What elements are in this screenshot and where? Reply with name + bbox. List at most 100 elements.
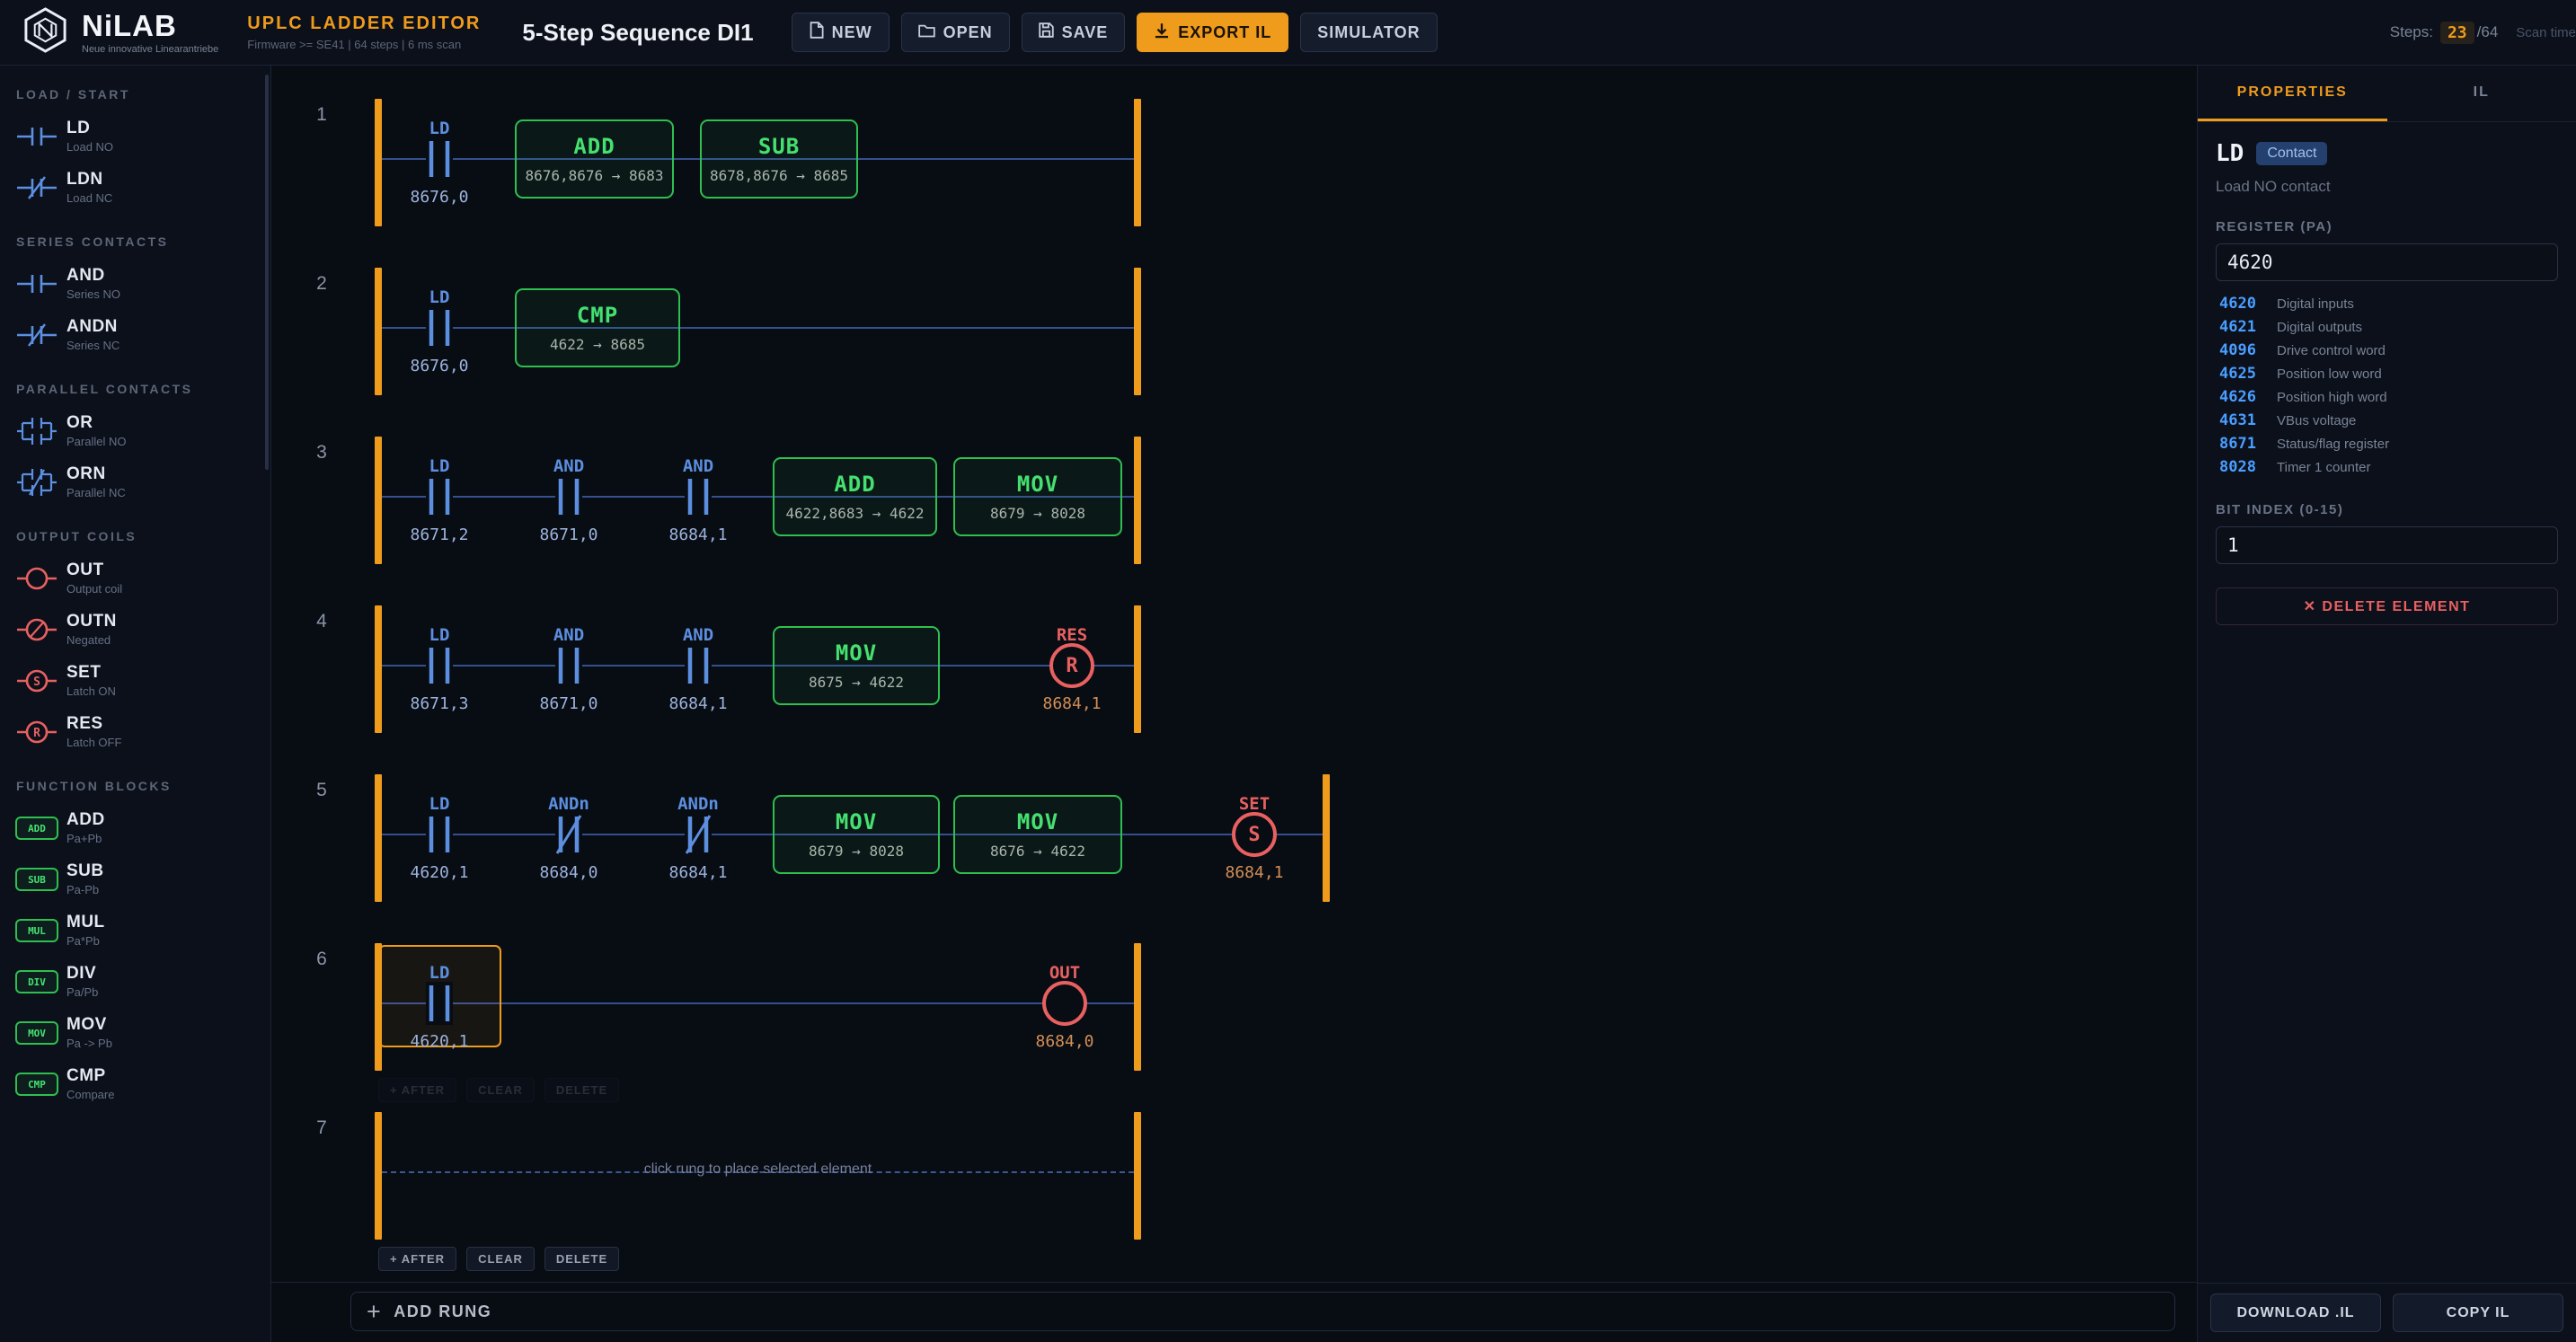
bit-index-field-label: BIT INDEX (0-15) [2216, 502, 2558, 517]
coil-register: 8684,1 [1225, 863, 1283, 882]
download-icon [1154, 22, 1170, 43]
register-option-desc: VBus voltage [2277, 413, 2356, 428]
rung-action-after[interactable]: + AFTER [378, 1247, 456, 1271]
rung-7[interactable]: 7click rung to place selected element+ A… [271, 1112, 2197, 1240]
contact-no-icon [7, 270, 66, 297]
svg-text:DIV: DIV [28, 976, 46, 988]
block-title: MOV [836, 640, 877, 666]
register-option-4621[interactable]: 4621Digital outputs [2216, 315, 2558, 339]
function-block-cmp[interactable]: CMP4622 → 8685 [515, 288, 680, 367]
coil-res[interactable]: R [1049, 643, 1094, 688]
contact-and[interactable] [685, 475, 712, 518]
palette-item-mul[interactable]: MULMULPa*Pb [0, 905, 270, 956]
rung-action-clear[interactable]: CLEAR [466, 1247, 535, 1271]
delete-element-button[interactable]: ✕ DELETE ELEMENT [2216, 587, 2558, 625]
register-field-label: REGISTER (PA) [2216, 219, 2558, 234]
download-il-button[interactable]: DOWNLOAD .IL [2210, 1293, 2381, 1332]
contact-no-icon [7, 123, 66, 150]
palette-item-mov[interactable]: MOVMOVPa -> Pb [0, 1007, 270, 1058]
palette-item-add[interactable]: ADDADDPa+Pb [0, 802, 270, 853]
brand: NiLAB Neue innovative Linearantriebe [22, 6, 218, 58]
export-il-button[interactable]: EXPORT IL [1137, 13, 1288, 52]
coil-set[interactable]: S [1232, 812, 1277, 857]
rung-3[interactable]: 3LD8671,2AND8671,0AND8684,1ADD4622,8683 … [271, 437, 2197, 564]
register-option-4625[interactable]: 4625Position low word [2216, 362, 2558, 385]
block-operands: 4622 → 8685 [550, 336, 645, 353]
contact-ld[interactable] [426, 137, 453, 181]
rung-action-clear[interactable]: CLEAR [466, 1078, 535, 1102]
palette-item-ldn[interactable]: LDNLoad NC [0, 162, 270, 213]
palette-item-set[interactable]: SSETLatch ON [0, 655, 270, 706]
function-block-add[interactable]: ADD8676,8676 → 8683 [515, 119, 674, 199]
function-block-mov[interactable]: MOV8676 → 4622 [953, 795, 1122, 874]
register-option-4620[interactable]: 4620Digital inputs [2216, 292, 2558, 315]
palette-item-res[interactable]: RRESLatch OFF [0, 706, 270, 757]
rung-1[interactable]: 1LD8676,0ADD8676,8676 → 8683SUB8678,8676… [271, 99, 2197, 226]
add-rung-button[interactable]: + ADD RUNG [350, 1292, 2175, 1331]
palette-item-ld[interactable]: LDLoad NO [0, 110, 270, 162]
rung-action-after[interactable]: + AFTER [378, 1078, 456, 1102]
palette-section-title: PARALLEL CONTACTS [0, 360, 270, 405]
contact-label: ANDn [548, 794, 589, 814]
contact-and[interactable] [555, 475, 582, 518]
panel-tabs: PROPERTIES IL [2198, 66, 2576, 122]
contact-andn[interactable] [685, 813, 712, 856]
contact-and[interactable] [685, 644, 712, 687]
tab-properties[interactable]: PROPERTIES [2198, 66, 2387, 121]
palette-item-andn[interactable]: ANDNSeries NC [0, 309, 270, 360]
rung-5[interactable]: 5LD4620,1ANDn8684,0ANDn8684,1MOV8679 → 8… [271, 774, 2197, 902]
function-block-mov[interactable]: MOV8675 → 4622 [773, 626, 940, 705]
contact-ld[interactable] [426, 644, 453, 687]
element-kind-badge: Contact [2256, 142, 2327, 165]
function-block-add[interactable]: ADD4622,8683 → 4622 [773, 457, 937, 536]
tab-il[interactable]: IL [2387, 66, 2576, 121]
contact-ld[interactable] [426, 813, 453, 856]
element-type: LD [2216, 140, 2244, 167]
palette-item-div[interactable]: DIVDIVPa/Pb [0, 956, 270, 1007]
rung-2[interactable]: 2LD8676,0CMP4622 → 8685 [271, 268, 2197, 395]
register-option-8671[interactable]: 8671Status/flag register [2216, 432, 2558, 455]
contact-ld[interactable] [426, 475, 453, 518]
contact-ld[interactable] [426, 982, 453, 1025]
register-option-number: 8028 [2219, 458, 2266, 476]
rung-action-delete[interactable]: DELETE [544, 1247, 619, 1271]
register-option-4096[interactable]: 4096Drive control word [2216, 339, 2558, 362]
block-icon: MOV [7, 1020, 66, 1046]
coil-out[interactable] [1042, 981, 1087, 1026]
copy-il-button[interactable]: COPY IL [2393, 1293, 2563, 1332]
coil-s-icon: S [7, 667, 66, 694]
palette-item-cmp[interactable]: CMPCMPCompare [0, 1058, 270, 1109]
palette-item-outn[interactable]: OUTNNegated [0, 604, 270, 655]
register-option-4626[interactable]: 4626Position high word [2216, 385, 2558, 409]
palette-item-out[interactable]: OUTOutput coil [0, 552, 270, 604]
contact-andn[interactable] [555, 813, 582, 856]
contact-ld[interactable] [426, 306, 453, 349]
function-block-mov[interactable]: MOV8679 → 8028 [953, 457, 1122, 536]
palette-item-or[interactable]: ORParallel NO [0, 405, 270, 456]
contact-label: AND [683, 625, 713, 645]
contact-label: AND [553, 456, 584, 476]
simulator-button[interactable]: SIMULATOR [1300, 13, 1437, 52]
new-button[interactable]: NEW [792, 13, 890, 52]
palette-item-and[interactable]: ANDSeries NO [0, 258, 270, 309]
register-option-4631[interactable]: 4631VBus voltage [2216, 409, 2558, 432]
app-title-block: UPLC LADDER EDITOR Firmware >= SE41 | 64… [247, 13, 481, 51]
palette-item-name: OR [66, 413, 126, 433]
rung-action-delete[interactable]: DELETE [544, 1078, 619, 1102]
save-button[interactable]: SAVE [1022, 13, 1126, 52]
register-option-8028[interactable]: 8028Timer 1 counter [2216, 455, 2558, 479]
contact-and[interactable] [555, 644, 582, 687]
rung-4[interactable]: 4LD8671,3AND8671,0AND8684,1MOV8675 → 462… [271, 605, 2197, 733]
register-input[interactable] [2216, 243, 2558, 281]
contact-register: 8684,1 [668, 525, 727, 544]
function-block-sub[interactable]: SUB8678,8676 → 8685 [700, 119, 858, 199]
open-button[interactable]: OPEN [901, 13, 1010, 52]
coil-label: RES [1057, 625, 1087, 645]
rung-wire [382, 665, 1134, 667]
coil-r-icon: R [7, 719, 66, 746]
function-block-mov[interactable]: MOV8679 → 8028 [773, 795, 940, 874]
palette-item-orn[interactable]: ORNParallel NC [0, 456, 270, 508]
rung-6[interactable]: 6LD4620,1OUT8684,0+ AFTERCLEARDELETE [271, 943, 2197, 1071]
palette-item-sub[interactable]: SUBSUBPa-Pb [0, 853, 270, 905]
bit-index-input[interactable] [2216, 526, 2558, 564]
